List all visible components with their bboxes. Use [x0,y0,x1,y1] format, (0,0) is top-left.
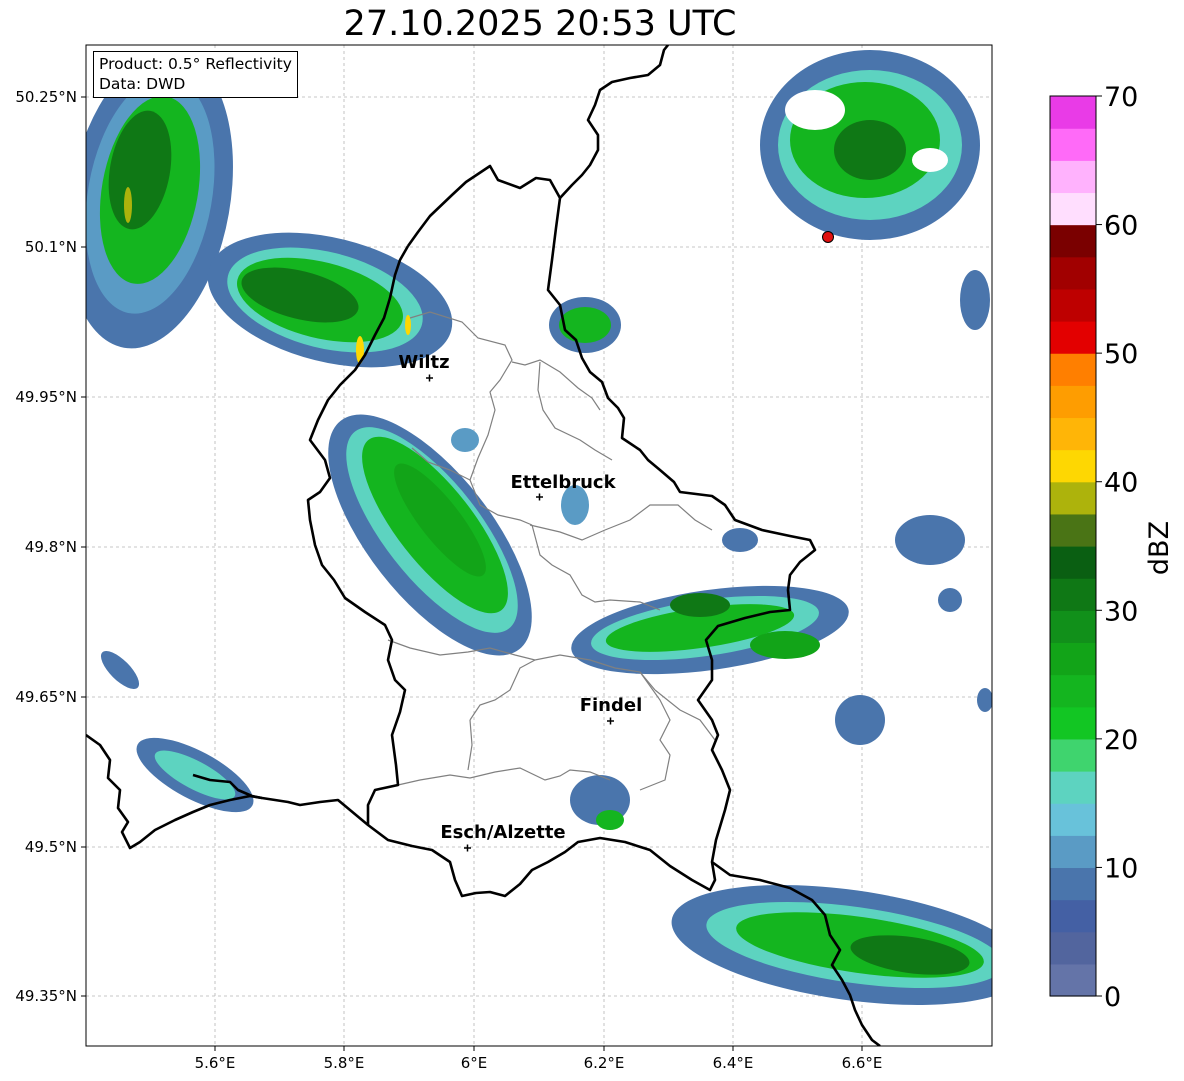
city-label: Findel [580,695,643,716]
colorbar-segment [1050,513,1096,547]
colorbar-segment [1050,321,1096,354]
colorbar-segments [1050,96,1096,997]
radar-site-marker[interactable] [822,231,834,243]
product-text: Product: 0.5° Reflectivity [99,55,292,73]
lat-tick-label: 49.95°N [15,388,77,406]
colorbar-segment [1050,674,1096,708]
colorbar: 0 10 20 30 40 50 60 70 dBZ [1049,82,1175,1013]
colorbar-label: dBZ [1144,521,1175,575]
colorbar-tick-label: 60 [1104,211,1138,242]
colorbar-tick-label: 0 [1104,982,1121,1013]
lat-tick-label: 49.35°N [15,987,77,1005]
city-label: Esch/Alzette [440,822,565,843]
lon-tick-label: 6.4°E [713,1054,754,1072]
colorbar-tick-label: 40 [1104,468,1138,499]
lat-tick-labels: 50.25°N 50.1°N 49.95°N 49.8°N 49.65°N 49… [15,88,86,1005]
colorbar-segment [1050,353,1096,386]
colorbar-segment [1050,96,1096,129]
lon-tick-labels: 5.6°E 5.8°E 6°E 6.2°E 6.4°E 6.6°E [195,1046,883,1072]
lon-tick-label: 6°E [461,1054,488,1072]
lat-tick-label: 49.8°N [25,538,77,556]
colorbar-tick-label: 70 [1104,82,1138,113]
colorbar-tick-label: 30 [1104,596,1138,627]
colorbar-segment [1050,385,1096,419]
colorbar-segment [1050,417,1096,451]
colorbar-tick-label: 20 [1104,725,1138,756]
colorbar-ticks: 0 10 20 30 40 50 60 70 [1096,82,1138,1013]
city-label: Wiltz [398,352,449,373]
lat-tick-label: 50.1°N [25,238,77,256]
colorbar-segment [1050,481,1096,515]
colorbar-segment [1050,771,1096,804]
city-label: Ettelbruck [510,472,616,493]
colorbar-tick-label: 50 [1104,339,1138,370]
colorbar-segment [1050,256,1096,290]
colorbar-segment [1050,160,1096,194]
colorbar-segment [1050,803,1096,836]
colorbar-segment [1050,963,1096,997]
colorbar-segment [1050,738,1096,772]
colorbar-segment [1050,128,1096,161]
info-box: Product: 0.5° Reflectivity Data: DWD [93,51,298,98]
lat-tick-label: 49.5°N [25,838,77,856]
colorbar-segment [1050,546,1096,579]
lon-tick-label: 6.2°E [584,1054,625,1072]
lon-tick-label: 5.6°E [195,1054,236,1072]
colorbar-segment [1050,578,1096,611]
lon-tick-label: 5.8°E [324,1054,365,1072]
data-source-text: Data: DWD [99,75,186,93]
colorbar-segment [1050,224,1096,258]
lat-tick-label: 49.65°N [15,688,77,706]
colorbar-segment [1050,610,1096,644]
colorbar-segment [1050,931,1096,965]
lat-tick-label: 50.25°N [15,88,77,106]
lon-tick-label: 6.6°E [842,1054,883,1072]
colorbar-segment [1050,835,1096,869]
colorbar-segment [1050,192,1096,226]
colorbar-segment [1050,642,1096,676]
colorbar-segment [1050,867,1096,901]
colorbar-tick-label: 10 [1104,853,1138,884]
colorbar-segment [1050,899,1096,933]
radar-map-figure: Wiltz Ettelbruck Findel Esch/Alzette 5.6… [15,44,1175,1072]
colorbar-segment [1050,706,1096,740]
colorbar-segment [1050,288,1096,322]
colorbar-segment [1050,449,1096,483]
